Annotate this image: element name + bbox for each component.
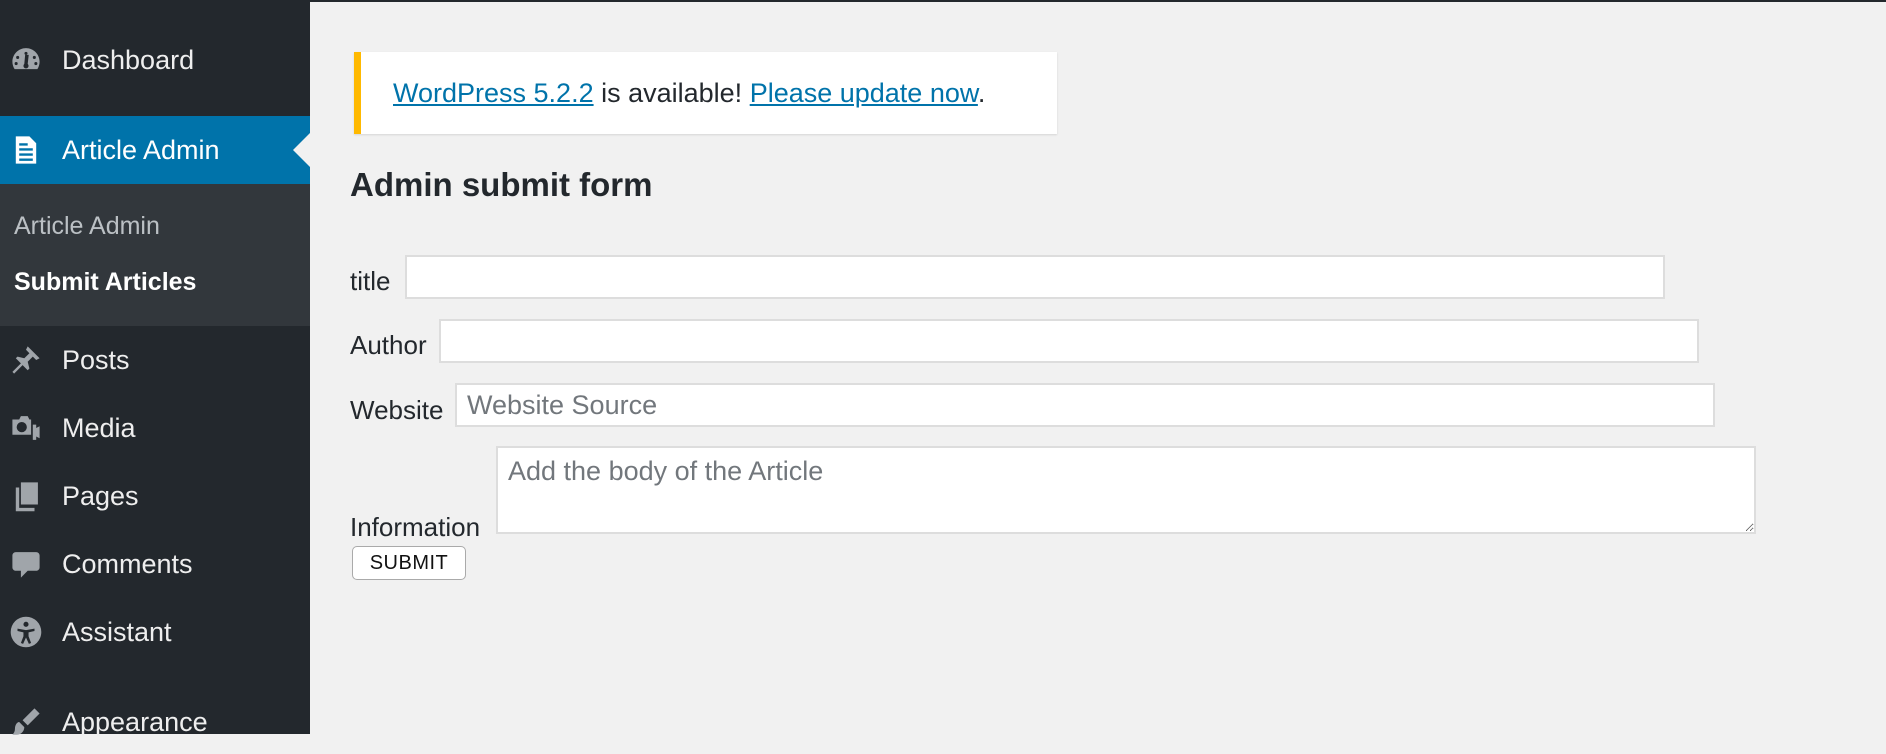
information-textarea[interactable]: [496, 446, 1756, 534]
notice-end-text: .: [977, 78, 986, 108]
sidebar-item-label: Dashboard: [62, 44, 195, 75]
sidebar-item-assistant[interactable]: Assistant: [0, 600, 310, 664]
author-label: Author: [350, 330, 427, 360]
sidebar-item-label: Posts: [62, 344, 130, 375]
information-label: Information: [350, 512, 481, 542]
update-now-link[interactable]: Please update now: [750, 78, 978, 108]
accessibility-icon: [8, 614, 44, 650]
admin-sidebar: Dashboard Article Admin Article Admin Su…: [0, 0, 310, 737]
title-label: title: [350, 266, 391, 296]
sidebar-item-appearance[interactable]: Appearance: [0, 690, 310, 754]
sidebar-item-media[interactable]: Media: [0, 396, 310, 460]
sidebar-item-article-admin[interactable]: Article Admin: [0, 116, 310, 184]
paintbrush-icon: [8, 704, 44, 740]
sidebar-item-posts[interactable]: Posts: [0, 328, 310, 392]
sidebar-item-label: Pages: [62, 480, 139, 511]
dashboard-icon: [8, 42, 44, 78]
title-input[interactable]: [405, 255, 1665, 299]
submenu-item-article-admin[interactable]: Article Admin: [14, 212, 160, 241]
notice-middle-text: is available!: [593, 78, 750, 108]
sidebar-item-dashboard[interactable]: Dashboard: [0, 28, 310, 92]
website-label: Website: [350, 395, 444, 425]
comment-icon: [8, 546, 44, 582]
sidebar-item-label: Appearance: [62, 706, 208, 737]
author-input[interactable]: [439, 319, 1699, 363]
sidebar-item-label: Comments: [62, 548, 193, 579]
pages-icon: [8, 478, 44, 514]
media-icon: [8, 410, 44, 446]
sidebar-submenu: Article Admin Submit Articles: [0, 184, 310, 326]
submit-button[interactable]: SUBMIT: [352, 546, 466, 580]
document-icon: [8, 132, 44, 168]
pushpin-icon: [8, 342, 44, 378]
wordpress-version-link[interactable]: WordPress 5.2.2: [393, 78, 594, 108]
page-title: Admin submit form: [350, 166, 653, 203]
sidebar-item-pages[interactable]: Pages: [0, 464, 310, 528]
sidebar-item-label: Media: [62, 412, 136, 443]
update-notice: WordPress 5.2.2 is available! Please upd…: [354, 52, 1057, 134]
notice-message: WordPress 5.2.2 is available! Please upd…: [393, 78, 985, 109]
sidebar-item-label: Assistant: [62, 616, 172, 647]
current-menu-arrow: [293, 133, 310, 167]
submenu-item-submit-articles[interactable]: Submit Articles: [14, 268, 196, 297]
website-input[interactable]: [455, 383, 1715, 427]
sidebar-item-label: Article Admin: [62, 134, 220, 165]
sidebar-item-comments[interactable]: Comments: [0, 532, 310, 596]
